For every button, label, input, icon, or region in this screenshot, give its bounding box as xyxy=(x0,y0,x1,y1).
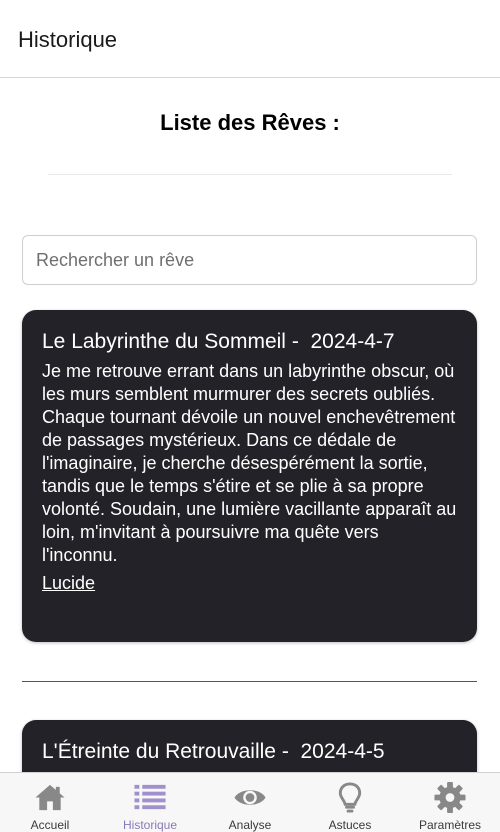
nav-item-accueil[interactable]: Accueil xyxy=(0,773,100,832)
home-icon xyxy=(35,784,65,811)
lightbulb-icon xyxy=(338,782,362,813)
nav-item-historique[interactable]: Historique xyxy=(100,773,200,832)
dream-card[interactable]: Le Labyrinthe du Sommeil - 2024-4-7 Je m… xyxy=(22,310,477,642)
nav-label: Historique xyxy=(122,818,178,832)
nav-item-astuces[interactable]: Astuces xyxy=(300,773,400,832)
dream-date: 2024-4-7 xyxy=(310,330,395,353)
page-title: Historique xyxy=(18,27,118,52)
bottom-navigation: Accueil Historique Analyse Astuces Param… xyxy=(0,772,500,832)
nav-item-parametres[interactable]: Paramètres xyxy=(400,773,500,832)
nav-label: Astuces xyxy=(328,818,372,832)
dream-card-header: Le Labyrinthe du Sommeil - 2024-4-7 xyxy=(42,328,457,356)
dream-card-header: L'Étreinte du Retrouvaille - 2024-4-5 xyxy=(42,738,457,766)
dream-card[interactable]: L'Étreinte du Retrouvaille - 2024-4-5 xyxy=(22,720,477,772)
eye-icon xyxy=(234,790,266,805)
title-separator: - xyxy=(275,740,301,763)
list-icon xyxy=(134,784,166,810)
dream-description: Je me retrouve errant dans un labyrinthe… xyxy=(42,361,457,565)
dream-title: Le Labyrinthe du Sommeil xyxy=(42,330,286,353)
title-separator: - xyxy=(285,330,311,353)
dream-title: L'Étreinte du Retrouvaille xyxy=(42,740,276,763)
list-heading: Liste des Rêves : xyxy=(160,110,340,135)
gear-icon xyxy=(434,781,466,814)
nav-label: Paramètres xyxy=(418,818,482,832)
nav-label: Accueil xyxy=(30,818,70,832)
nav-label: Analyse xyxy=(228,818,272,832)
heading-divider xyxy=(48,174,452,175)
dream-history-content[interactable]: Liste des Rêves : Le Labyrinthe du Somme… xyxy=(0,78,500,772)
app-header: Historique xyxy=(0,0,500,78)
dream-tag-link[interactable]: Lucide xyxy=(42,573,95,594)
card-divider xyxy=(22,681,477,682)
search-input[interactable] xyxy=(22,235,477,285)
dream-date: 2024-4-5 xyxy=(300,740,385,763)
nav-item-analyse[interactable]: Analyse xyxy=(200,773,300,832)
